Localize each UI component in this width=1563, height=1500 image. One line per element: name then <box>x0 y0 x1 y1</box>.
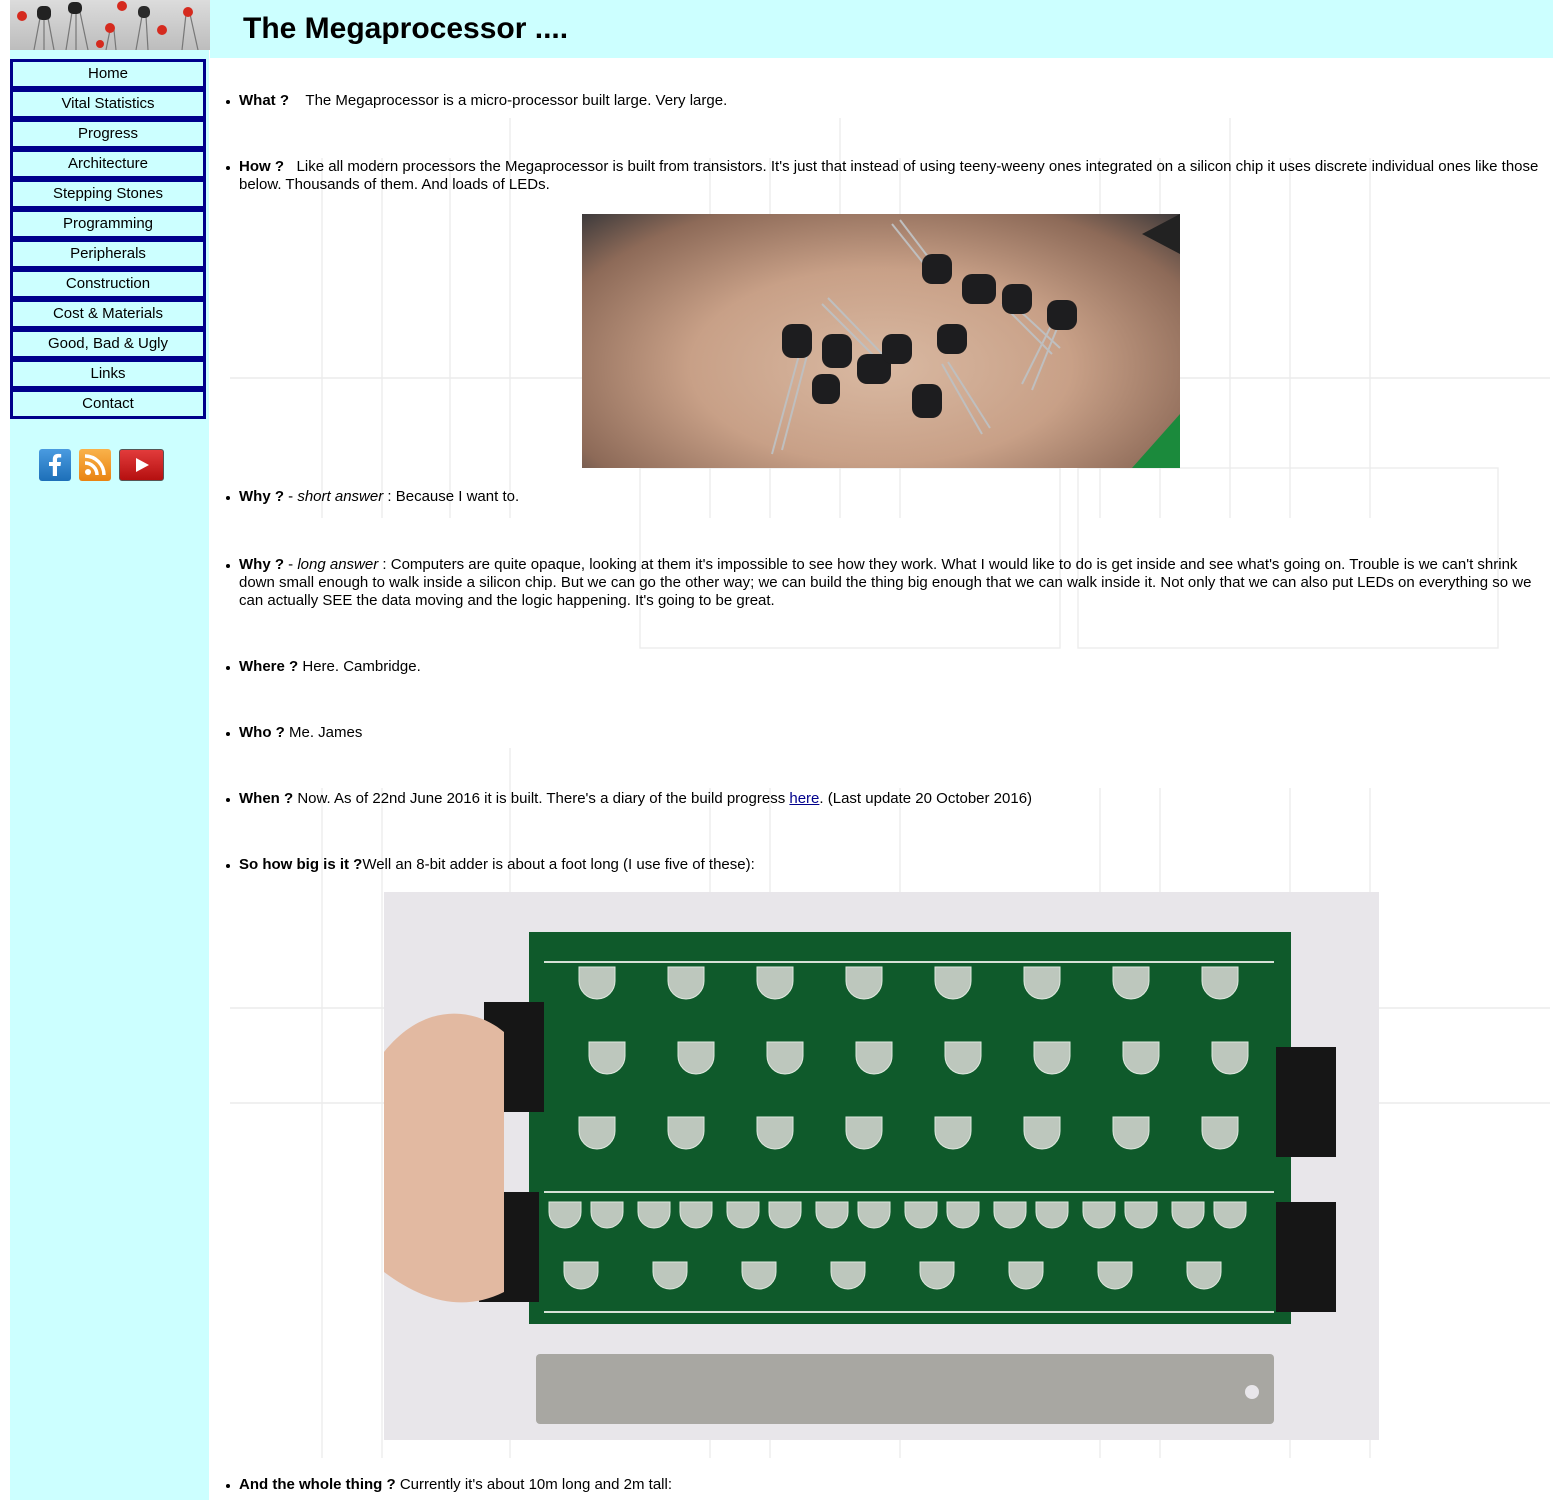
facebook-icon[interactable] <box>39 449 71 481</box>
nav-good-bad-ugly[interactable]: Good, Bad & Ugly <box>10 329 206 359</box>
main-content: What ? The Megaprocessor is a micro-proc… <box>226 92 1541 1494</box>
faq-tag: short answer <box>297 488 384 505</box>
nav-architecture[interactable]: Architecture <box>10 149 206 179</box>
build-diary-link[interactable]: here <box>789 790 819 807</box>
page-title: The Megaprocessor .... <box>243 12 569 45</box>
rss-icon[interactable] <box>79 449 111 481</box>
faq-question: When ? <box>239 790 294 807</box>
faq-question: How ? <box>239 158 284 175</box>
nav-links[interactable]: Links <box>10 359 206 389</box>
faq-answer: Like all modern processors the Megaproce… <box>239 158 1539 193</box>
faq-answer: Currently it's about 10m long and 2m tal… <box>395 1476 672 1493</box>
faq-how-big: So how big is it ?Well an 8-bit adder is… <box>226 856 1541 874</box>
nav-contact[interactable]: Contact <box>10 389 206 419</box>
nav-cost-materials[interactable]: Cost & Materials <box>10 299 206 329</box>
faq-answer: Me. James <box>284 724 363 741</box>
faq-whole-thing: And the whole thing ? Currently it's abo… <box>226 1476 1541 1494</box>
nav-programming[interactable]: Programming <box>10 209 206 239</box>
nav-vital-statistics[interactable]: Vital Statistics <box>10 89 206 119</box>
faq-question: So how big is it ? <box>239 856 363 873</box>
faq-tag: long answer <box>297 556 379 573</box>
nav-peripherals[interactable]: Peripherals <box>10 239 206 269</box>
nav-home[interactable]: Home <box>10 59 206 89</box>
faq-answer: Here. Cambridge. <box>298 658 421 675</box>
faq-question: What ? <box>239 92 289 109</box>
faq-question: And the whole thing ? <box>239 1476 396 1493</box>
faq-how: How ? Like all modern processors the Meg… <box>226 158 1541 194</box>
faq-who: Who ? Me. James <box>226 724 1541 742</box>
faq-answer-tail: . (Last update 20 October 2016) <box>819 790 1033 807</box>
faq-answer: : Because I want to. <box>383 488 520 505</box>
faq-question: Who ? <box>239 724 285 741</box>
youtube-icon[interactable] <box>119 449 164 481</box>
faq-question: Why ? <box>239 556 284 573</box>
faq-separator: - <box>284 488 298 505</box>
faq-question: Where ? <box>239 658 299 675</box>
social-links <box>39 449 164 481</box>
faq-where: Where ? Here. Cambridge. <box>226 658 1541 676</box>
faq-when: When ? Now. As of 22nd June 2016 it is b… <box>226 790 1541 808</box>
faq-answer: : Computers are quite opaque, looking at… <box>239 556 1532 609</box>
faq-question: Why ? <box>239 488 284 505</box>
faq-answer: The Megaprocessor is a micro-processor b… <box>305 92 728 109</box>
faq-why-long: Why ? - long answer : Computers are quit… <box>226 556 1541 610</box>
main-nav: Home Vital Statistics Progress Architect… <box>10 59 206 419</box>
nav-progress[interactable]: Progress <box>10 119 206 149</box>
faq-what: What ? The Megaprocessor is a micro-proc… <box>226 92 1541 110</box>
faq-separator: - <box>284 556 298 573</box>
logo-image <box>10 0 210 50</box>
faq-why-short: Why ? - short answer : Because I want to… <box>226 488 1541 506</box>
faq-answer: Well an 8-bit adder is about a foot long… <box>362 856 755 873</box>
nav-stepping-stones[interactable]: Stepping Stones <box>10 179 206 209</box>
nav-construction[interactable]: Construction <box>10 269 206 299</box>
faq-answer: Now. As of 22nd June 2016 it is built. T… <box>293 790 790 807</box>
